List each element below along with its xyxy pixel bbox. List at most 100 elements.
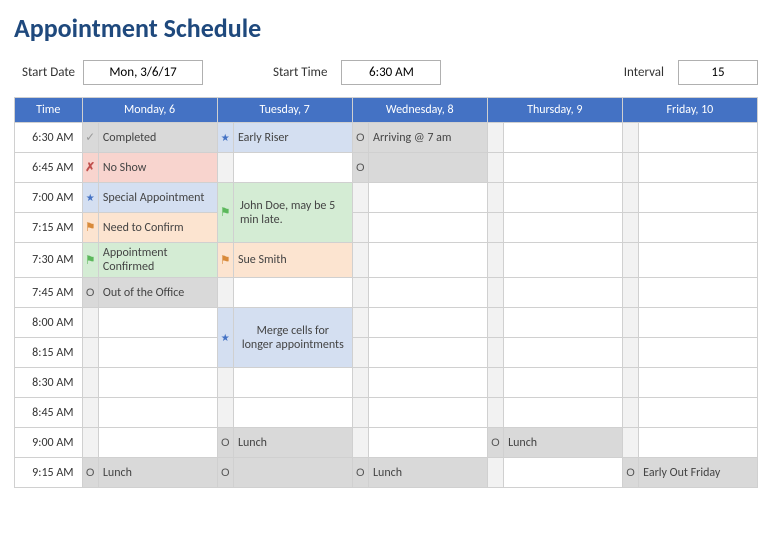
appt-cell[interactable] — [98, 398, 217, 428]
empty-icon-cell[interactable] — [352, 368, 368, 398]
appt-cell[interactable]: Lunch — [233, 428, 352, 458]
start-date-input[interactable] — [83, 60, 203, 85]
star-icon[interactable] — [82, 183, 98, 213]
empty-icon-cell[interactable] — [622, 153, 638, 183]
appt-cell[interactable] — [98, 368, 217, 398]
empty-icon-cell[interactable] — [352, 278, 368, 308]
appt-cell[interactable]: Lunch — [504, 428, 623, 458]
appt-cell[interactable]: Early Out Friday — [639, 458, 758, 488]
empty-icon-cell[interactable] — [622, 398, 638, 428]
circle-icon[interactable] — [82, 458, 98, 488]
circle-icon[interactable] — [487, 428, 503, 458]
empty-icon-cell[interactable] — [352, 398, 368, 428]
appt-cell[interactable]: Arriving @ 7 am — [369, 123, 488, 153]
appt-cell[interactable] — [504, 458, 623, 488]
star-icon[interactable] — [217, 123, 233, 153]
empty-icon-cell[interactable] — [82, 308, 98, 338]
flag-icon[interactable] — [82, 243, 98, 278]
star-icon[interactable] — [217, 308, 233, 368]
appt-cell[interactable] — [369, 213, 488, 243]
flag-icon[interactable] — [82, 213, 98, 243]
appt-cell[interactable] — [504, 398, 623, 428]
flag-icon[interactable] — [217, 243, 233, 278]
appt-cell[interactable]: Completed — [98, 123, 217, 153]
appt-cell[interactable] — [233, 153, 352, 183]
appt-cell[interactable] — [504, 123, 623, 153]
empty-icon-cell[interactable] — [217, 278, 233, 308]
empty-icon-cell[interactable] — [487, 308, 503, 338]
empty-icon-cell[interactable] — [622, 183, 638, 213]
empty-icon-cell[interactable] — [622, 243, 638, 278]
appt-cell[interactable] — [98, 428, 217, 458]
empty-icon-cell[interactable] — [487, 183, 503, 213]
start-time-input[interactable] — [341, 60, 441, 85]
empty-icon-cell[interactable] — [82, 428, 98, 458]
appt-cell[interactable]: Merge cells for longer appointments — [233, 308, 352, 368]
appt-cell[interactable] — [369, 278, 488, 308]
empty-icon-cell[interactable] — [487, 213, 503, 243]
appt-cell[interactable]: Sue Smith — [233, 243, 352, 278]
appt-cell[interactable] — [639, 338, 758, 368]
empty-icon-cell[interactable] — [622, 278, 638, 308]
appt-cell[interactable] — [369, 428, 488, 458]
empty-icon-cell[interactable] — [487, 243, 503, 278]
appt-cell[interactable]: John Doe, may be 5 min late. — [233, 183, 352, 243]
appt-cell[interactable] — [233, 278, 352, 308]
appt-cell[interactable] — [504, 368, 623, 398]
appt-cell[interactable] — [233, 368, 352, 398]
appt-cell[interactable] — [504, 308, 623, 338]
empty-icon-cell[interactable] — [217, 398, 233, 428]
appt-cell[interactable] — [504, 243, 623, 278]
empty-icon-cell[interactable] — [352, 428, 368, 458]
appt-cell[interactable] — [98, 308, 217, 338]
empty-icon-cell[interactable] — [82, 368, 98, 398]
empty-icon-cell[interactable] — [352, 213, 368, 243]
empty-icon-cell[interactable] — [82, 398, 98, 428]
circle-icon[interactable] — [622, 458, 638, 488]
empty-icon-cell[interactable] — [487, 278, 503, 308]
empty-icon-cell[interactable] — [352, 183, 368, 213]
empty-icon-cell[interactable] — [352, 308, 368, 338]
empty-icon-cell[interactable] — [622, 338, 638, 368]
empty-icon-cell[interactable] — [622, 213, 638, 243]
appt-cell[interactable]: Early Riser — [233, 123, 352, 153]
empty-icon-cell[interactable] — [487, 123, 503, 153]
flag-icon[interactable] — [217, 183, 233, 243]
empty-icon-cell[interactable] — [622, 368, 638, 398]
appt-cell[interactable] — [504, 213, 623, 243]
appt-cell[interactable] — [639, 213, 758, 243]
empty-icon-cell[interactable] — [487, 398, 503, 428]
appt-cell[interactable] — [504, 153, 623, 183]
appt-cell[interactable]: Lunch — [98, 458, 217, 488]
circle-icon[interactable] — [352, 458, 368, 488]
circle-icon[interactable] — [352, 153, 368, 183]
empty-icon-cell[interactable] — [487, 368, 503, 398]
empty-icon-cell[interactable] — [622, 428, 638, 458]
empty-icon-cell[interactable] — [82, 338, 98, 368]
appt-cell[interactable]: Lunch — [369, 458, 488, 488]
empty-icon-cell[interactable] — [487, 458, 503, 488]
appt-cell[interactable] — [504, 338, 623, 368]
empty-icon-cell[interactable] — [622, 308, 638, 338]
appt-cell[interactable] — [504, 278, 623, 308]
appt-cell[interactable] — [369, 243, 488, 278]
appt-cell[interactable] — [639, 243, 758, 278]
appt-cell[interactable] — [369, 308, 488, 338]
appt-cell[interactable] — [639, 123, 758, 153]
appt-cell[interactable] — [504, 183, 623, 213]
appt-cell[interactable] — [369, 338, 488, 368]
appt-cell[interactable] — [233, 458, 352, 488]
appt-cell[interactable]: Appointment Confirmed — [98, 243, 217, 278]
appt-cell[interactable] — [369, 183, 488, 213]
circle-icon[interactable] — [352, 123, 368, 153]
appt-cell[interactable]: Need to Confirm — [98, 213, 217, 243]
appt-cell[interactable]: Special Appointment — [98, 183, 217, 213]
appt-cell[interactable] — [639, 278, 758, 308]
interval-input[interactable] — [678, 60, 758, 85]
circle-icon[interactable] — [217, 428, 233, 458]
appt-cell[interactable] — [98, 338, 217, 368]
appt-cell[interactable] — [369, 398, 488, 428]
empty-icon-cell[interactable] — [487, 153, 503, 183]
appt-cell[interactable] — [369, 153, 488, 183]
appt-cell[interactable] — [639, 428, 758, 458]
